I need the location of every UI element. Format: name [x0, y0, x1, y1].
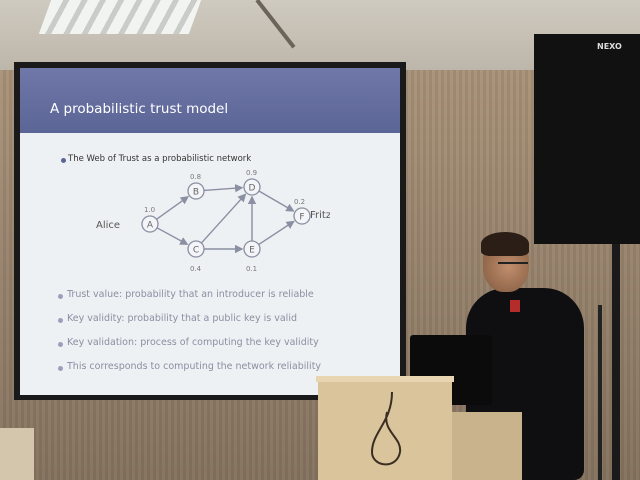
- node-value-C: 0.4: [190, 265, 202, 273]
- edge-A-C: [156, 227, 189, 245]
- bullet-marker: [61, 158, 66, 163]
- bullet-marker: [58, 318, 63, 323]
- loudspeaker: [534, 34, 640, 244]
- node-label-F: F: [299, 213, 304, 223]
- microphone-stand: [598, 305, 602, 480]
- node-value-D: 0.9: [246, 169, 257, 177]
- side-desk: [452, 412, 522, 480]
- end-node-label: Fritz: [310, 210, 330, 221]
- left-cabinet: [0, 428, 34, 480]
- bullet-key-validation: Key validation: process of computing the…: [67, 337, 319, 348]
- node-value-E: 0.1: [246, 265, 257, 273]
- speaker-stand: [612, 244, 620, 480]
- trust-network-diagram: A 1.0 B 0.8 C 0.4 D 0.9 E 0.1 F 0.2 Alice Fritz: [96, 169, 330, 273]
- speaker-logo: NEXO: [597, 42, 622, 51]
- node-value-A: 1.0: [144, 206, 155, 214]
- node-label-B: B: [193, 188, 199, 198]
- edge-C-D: [200, 193, 247, 244]
- cable: [370, 392, 402, 466]
- slide: A probabilistic trust model The Web of T…: [20, 68, 400, 395]
- slide-nav-text: [110, 76, 400, 86]
- bullet-marker: [58, 366, 63, 371]
- diagram-nodes: A 1.0 B 0.8 C 0.4 D 0.9 E 0.1 F 0.2: [141, 169, 311, 273]
- presenter-hair: [481, 232, 529, 256]
- node-label-A: A: [147, 221, 154, 231]
- node-label-C: C: [193, 246, 199, 256]
- node-value-F: 0.2: [294, 198, 305, 206]
- bullet-key-validity: Key validity: probability that a public …: [67, 313, 297, 324]
- bullet-marker: [58, 294, 63, 299]
- edge-B-D: [203, 184, 244, 193]
- edge-E-F: [258, 220, 295, 246]
- slide-title: A probabilistic trust model: [50, 101, 229, 117]
- bullet-trust-value: Trust value: probability that an introdu…: [67, 289, 314, 300]
- start-node-label: Alice: [96, 220, 120, 231]
- diagram-edges: [156, 184, 295, 254]
- main-bullet: The Web of Trust as a probabilistic netw…: [68, 154, 252, 164]
- slide-header: A probabilistic trust model: [20, 68, 400, 133]
- lectern-top: [316, 376, 454, 382]
- node-label-D: D: [249, 184, 256, 194]
- bullet-network-reliability: This corresponds to computing the networ…: [67, 361, 322, 372]
- node-label-E: E: [249, 246, 255, 256]
- ceiling-light: [38, 0, 202, 34]
- presenter-glasses: [498, 262, 528, 270]
- presenter-shirt: [510, 300, 520, 312]
- bullet-marker: [58, 342, 63, 347]
- node-value-B: 0.8: [190, 173, 201, 181]
- edge-A-B: [156, 196, 190, 220]
- edge-D-F: [258, 190, 295, 212]
